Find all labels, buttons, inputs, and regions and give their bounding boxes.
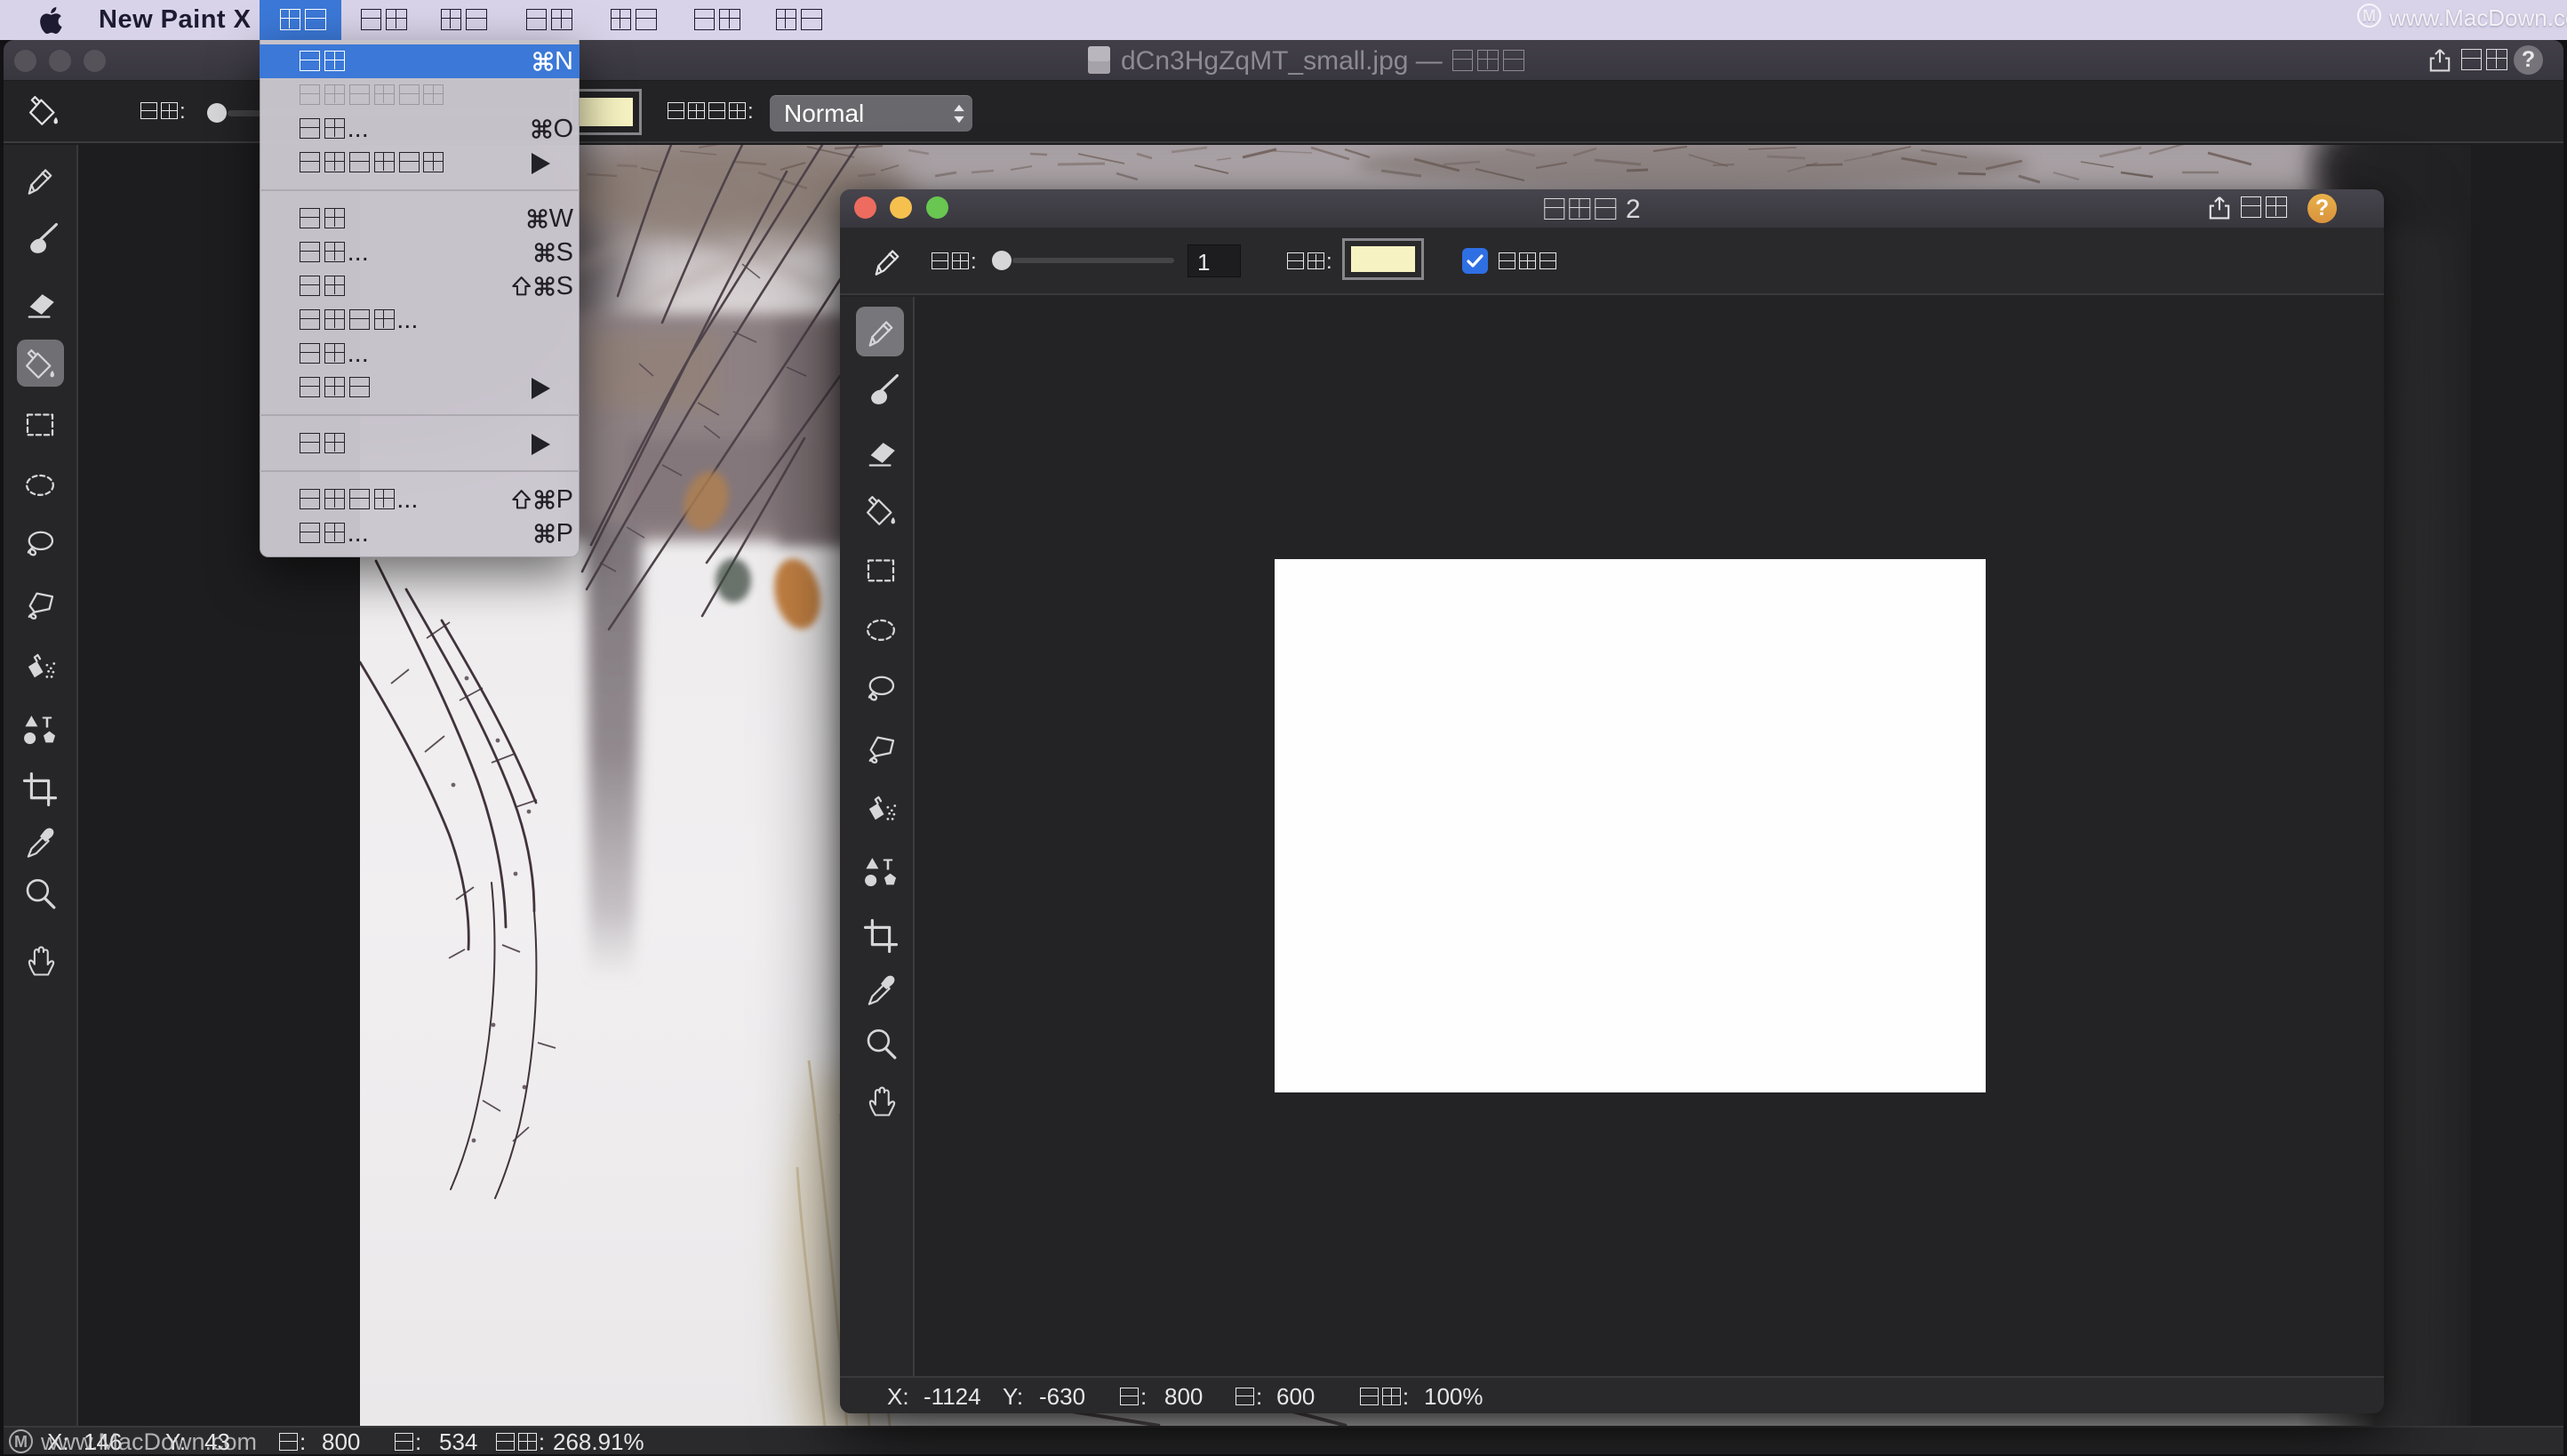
svg-text:T: T (884, 855, 893, 873)
svg-text:T: T (43, 713, 52, 731)
